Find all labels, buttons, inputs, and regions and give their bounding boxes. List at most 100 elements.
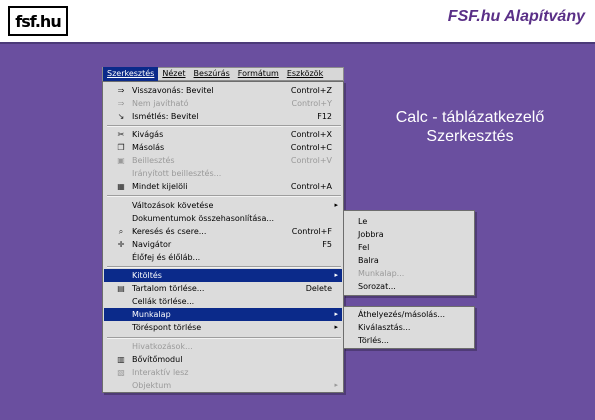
menu-item-label: Irányított beillesztés...: [132, 169, 222, 178]
redo-icon: ⇒: [117, 99, 125, 108]
menu-item-paste-special[interactable]: Irányított beillesztés...: [104, 167, 342, 180]
menu-item-label: Keresés és csere...: [132, 227, 207, 236]
menu-item-redo[interactable]: ⇒ Nem javítható Control+Y: [104, 97, 342, 110]
menu-separator: [107, 195, 341, 197]
slide-title-line1: Calc - táblázatkezelő: [395, 109, 545, 126]
repeat-icon: ↘: [117, 112, 125, 121]
submenu-item-right[interactable]: Jobbra: [358, 229, 384, 241]
submenu-item-sheet[interactable]: Munkalap...: [358, 268, 404, 280]
menu-item-plugin[interactable]: ▥ Bővítőmodul: [104, 353, 342, 366]
menu-item-label: Másolás: [132, 143, 165, 152]
menu-item-label: Bővítőmodul: [132, 355, 183, 364]
menu-item-select-all[interactable]: ▦ Mindet kijelöli Control+A: [104, 180, 342, 193]
menu-item-label: Kivágás: [132, 130, 164, 139]
submenu-item-delete[interactable]: Törlés...: [358, 335, 389, 347]
find-replace-icon: ⌕: [118, 227, 124, 236]
plugin-icon: ▥: [117, 355, 125, 364]
menu-item-accel: Delete: [305, 284, 332, 293]
menu-item-label: Cellák törlése...: [132, 297, 195, 306]
menu-item-label: Nem javítható: [132, 99, 189, 108]
menu-formatum[interactable]: Formátum: [234, 67, 283, 81]
delete-contents-icon: ▤: [117, 284, 125, 293]
submenu-item-down[interactable]: Le: [358, 216, 367, 228]
menu-item-accel: Control+F: [291, 227, 332, 236]
header-bar: fsf.hu FSF.hu Alapítvány: [0, 0, 595, 44]
menu-item-label: Élőfej és élőláb...: [132, 253, 201, 262]
submenu-item-up[interactable]: Fel: [358, 242, 369, 254]
submenu-item-select[interactable]: Kiválasztás...: [358, 322, 410, 334]
undo-icon: ⇒: [117, 86, 125, 95]
menubar: Szerkesztés Nézet Beszúrás Formátum Eszk…: [102, 67, 344, 81]
menu-item-accel: Control+Z: [290, 86, 332, 95]
slide-title-line2: Szerkesztés: [426, 128, 514, 145]
menu-item-accel: F12: [317, 112, 332, 121]
menu-item-label: Tartalom törlése...: [132, 284, 205, 293]
menu-item-find-replace[interactable]: ⌕ Keresés és csere... Control+F: [104, 225, 342, 238]
menu-item-accel: Control+X: [290, 130, 332, 139]
submenu-item-left[interactable]: Balra: [358, 255, 379, 267]
menu-item-accel: F5: [322, 240, 332, 249]
menu-item-accel: Control+V: [290, 156, 332, 165]
menu-item-label: Visszavonás: Bevitel: [132, 86, 214, 95]
menu-item-copy[interactable]: ❐ Másolás Control+C: [104, 141, 342, 154]
menu-beszuras[interactable]: Beszúrás: [190, 67, 234, 81]
submenu-item-series[interactable]: Sorozat...: [358, 281, 396, 293]
menu-separator: [107, 125, 341, 127]
menu-item-imagemap[interactable]: ▧ Interaktív lesz: [104, 366, 342, 379]
navigator-icon: ✛: [117, 240, 125, 249]
copy-icon: ❐: [117, 143, 125, 152]
submenu-arrow-icon: ▸: [334, 201, 338, 209]
menu-separator: [107, 337, 341, 339]
menu-item-label: Navigátor: [132, 240, 172, 249]
organization-name: FSF.hu Alapítvány: [447, 8, 585, 25]
menu-item-accel: Control+A: [290, 182, 332, 191]
submenu-arrow-icon: ▸: [334, 381, 338, 389]
edit-menu: ⇒ Visszavonás: Bevitel Control+Z ⇒ Nem j…: [102, 81, 344, 393]
menu-item-delete-contents[interactable]: ▤ Tartalom törlése... Delete: [104, 282, 342, 295]
fill-submenu: Le Jobbra Fel Balra Munkalap... Sorozat.…: [343, 210, 475, 296]
menu-item-delete-break[interactable]: Töréspont törlése ▸: [104, 321, 342, 334]
menu-szerkesztes[interactable]: Szerkesztés: [103, 67, 159, 81]
submenu-item-move-copy[interactable]: Áthelyezés/másolás...: [358, 309, 445, 321]
submenu-arrow-icon: ▸: [334, 271, 338, 279]
submenu-arrow-icon: ▸: [334, 323, 338, 331]
menu-item-label: Kitöltés: [132, 271, 162, 280]
menu-item-cut[interactable]: ✂ Kivágás Control+X: [104, 128, 342, 141]
menu-item-track-changes[interactable]: Változások követése ▸: [104, 199, 342, 212]
logo-text: fsf.hu: [15, 11, 61, 31]
menu-item-fill[interactable]: Kitöltés ▸: [104, 269, 342, 282]
imagemap-icon: ▧: [117, 368, 125, 377]
menu-item-accel: Control+Y: [291, 99, 332, 108]
menu-item-header-footer[interactable]: Élőfej és élőláb...: [104, 251, 342, 264]
menu-item-label: Objektum: [132, 381, 172, 390]
cut-icon: ✂: [117, 130, 125, 139]
menu-item-label: Hivatkozások...: [132, 342, 193, 351]
menu-item-label: Dokumentumok összehasonlítása...: [132, 214, 275, 223]
menu-item-delete-cells[interactable]: Cellák törlése...: [104, 295, 342, 308]
menu-item-label: Mindet kijelöli: [132, 182, 188, 191]
slide-background: fsf.hu FSF.hu Alapítvány Calc - táblázat…: [0, 0, 595, 420]
menu-item-undo[interactable]: ⇒ Visszavonás: Bevitel Control+Z: [104, 84, 342, 97]
menu-item-compare-documents[interactable]: Dokumentumok összehasonlítása...: [104, 212, 342, 225]
menu-item-sheet[interactable]: Munkalap ▸: [104, 308, 342, 321]
menu-nezet[interactable]: Nézet: [158, 67, 189, 81]
fsf-logo: fsf.hu: [8, 6, 68, 36]
slide-title: Calc - táblázatkezelő Szerkesztés: [360, 108, 580, 146]
menu-item-accel: Control+C: [290, 143, 332, 152]
paste-icon: ▣: [117, 156, 125, 165]
menu-item-object[interactable]: Objektum ▸: [104, 379, 342, 392]
menu-separator: [107, 266, 341, 268]
menu-item-repeat[interactable]: ↘ Ismétlés: Bevitel F12: [104, 110, 342, 123]
menu-item-label: Ismétlés: Bevitel: [132, 112, 199, 121]
sheet-submenu: Áthelyezés/másolás... Kiválasztás... Tör…: [343, 306, 475, 349]
select-all-icon: ▦: [117, 182, 125, 191]
menu-item-label: Töréspont törlése: [132, 323, 202, 332]
submenu-arrow-icon: ▸: [334, 310, 338, 318]
menu-item-navigator[interactable]: ✛ Navigátor F5: [104, 238, 342, 251]
menu-item-label: Változások követése: [132, 201, 214, 210]
menu-item-links[interactable]: Hivatkozások...: [104, 340, 342, 353]
menu-eszkozok[interactable]: Eszközök: [283, 67, 327, 81]
menu-item-paste[interactable]: ▣ Beillesztés Control+V: [104, 154, 342, 167]
menu-item-label: Munkalap: [132, 310, 171, 319]
menu-item-label: Beillesztés: [132, 156, 175, 165]
